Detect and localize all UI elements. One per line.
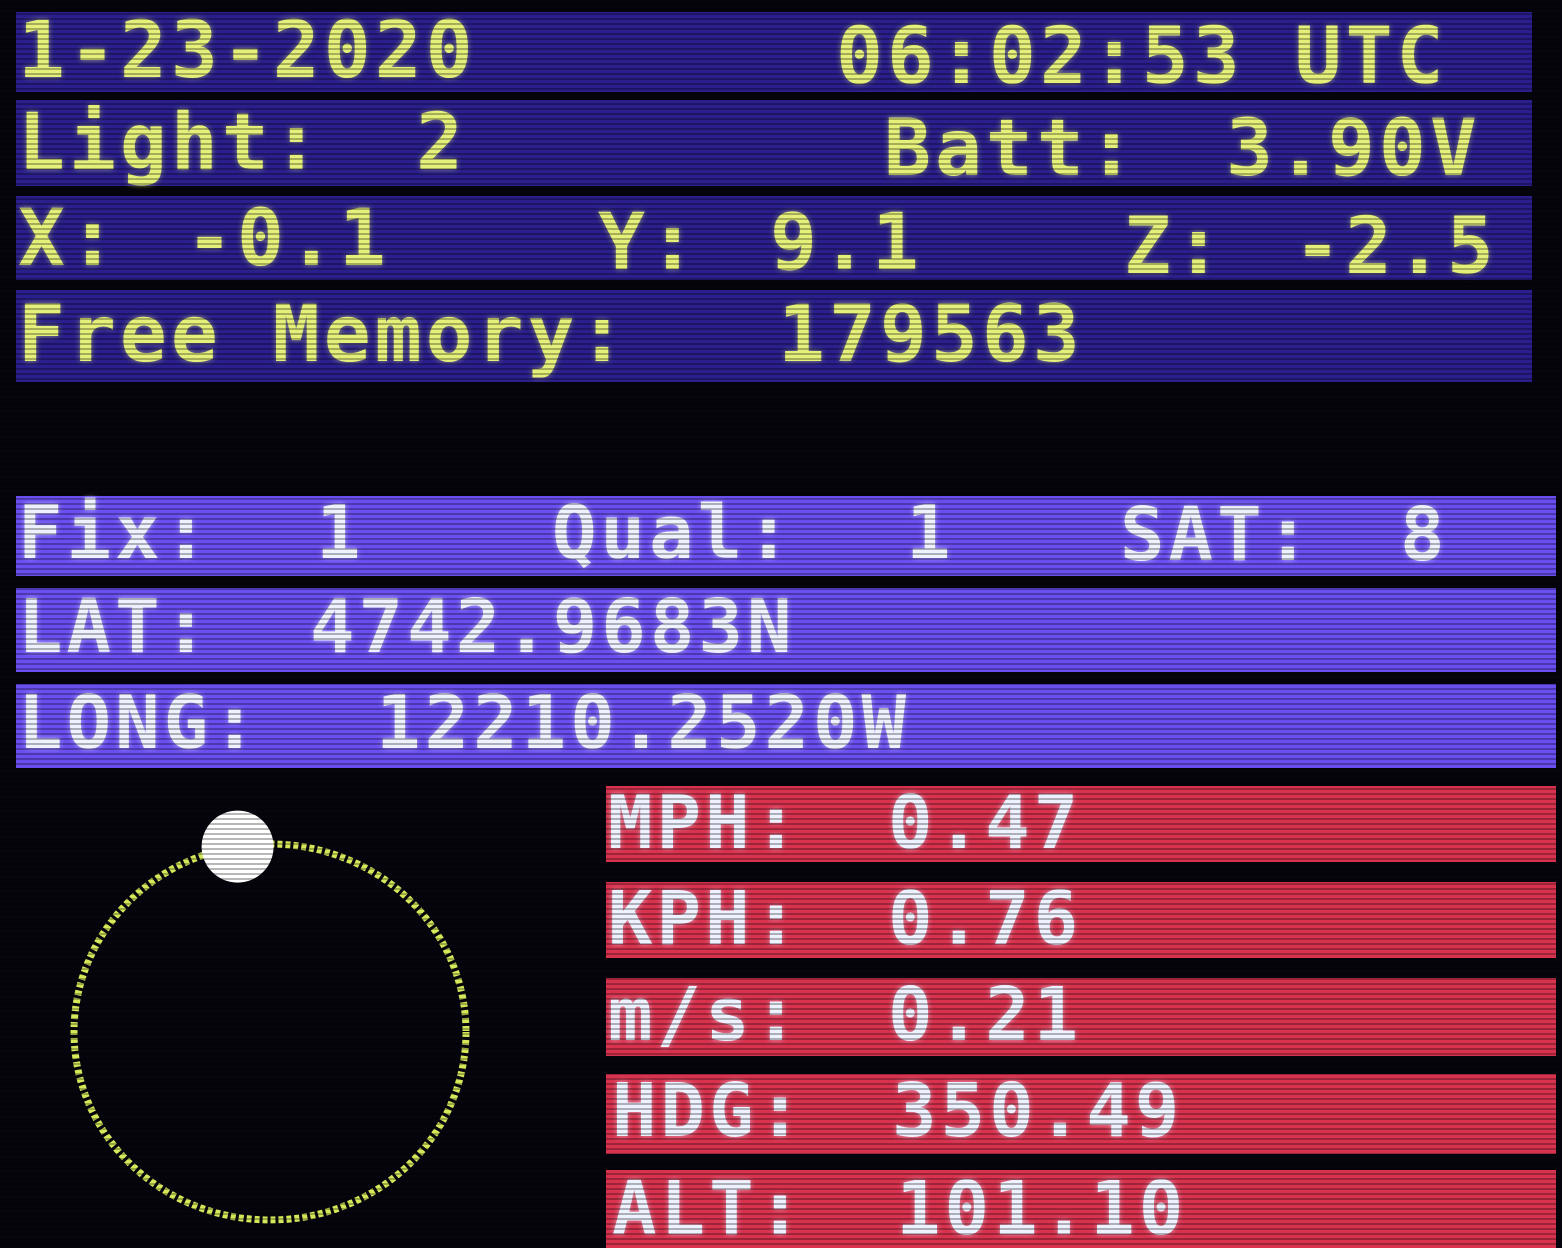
long-value: 12210.2520W bbox=[376, 680, 911, 766]
lat-value: 4742.9683N bbox=[310, 584, 796, 670]
time-text: 06:02:53 UTC bbox=[836, 12, 1448, 102]
light-value: 2 bbox=[416, 98, 467, 188]
y-label: Y: bbox=[598, 198, 700, 288]
heading-indicator-dot bbox=[201, 810, 274, 883]
sat-label: SAT: bbox=[1120, 492, 1315, 578]
ms-value: 0.21 bbox=[888, 972, 1083, 1058]
compass-ring bbox=[70, 840, 470, 1224]
hdg-value: 350.49 bbox=[892, 1068, 1184, 1154]
qual-value: 1 bbox=[906, 490, 955, 576]
memory-label: Free Memory: bbox=[18, 290, 630, 380]
batt-label: Batt: bbox=[884, 104, 1139, 194]
mph-value: 0.47 bbox=[888, 780, 1083, 866]
date-text: 1-23-2020 bbox=[18, 6, 477, 96]
long-label: LONG: bbox=[18, 680, 261, 766]
sat-value: 8 bbox=[1400, 492, 1449, 578]
hdg-label: HDG: bbox=[612, 1068, 807, 1154]
x-value: -0.1 bbox=[186, 194, 390, 284]
light-label: Light: bbox=[18, 98, 324, 188]
compass-dial bbox=[70, 810, 470, 1224]
z-label: Z: bbox=[1124, 202, 1226, 292]
batt-value: 3.90V bbox=[1226, 104, 1481, 194]
qual-label: Qual: bbox=[552, 490, 795, 576]
memory-value: 179563 bbox=[778, 290, 1084, 380]
z-value: -2.5 bbox=[1294, 202, 1498, 292]
lat-label: LAT: bbox=[18, 584, 213, 670]
mph-label: MPH: bbox=[608, 780, 803, 866]
alt-label: ALT: bbox=[612, 1166, 807, 1248]
gps-display-screen: 1-23-2020 06:02:53 UTC Light: 2 Batt: 3.… bbox=[0, 0, 1562, 1248]
fix-label: Fix: bbox=[18, 490, 213, 576]
fix-value: 1 bbox=[316, 490, 365, 576]
kph-label: KPH: bbox=[608, 876, 803, 962]
kph-value: 0.76 bbox=[888, 876, 1083, 962]
x-label: X: bbox=[18, 194, 120, 284]
y-value: 9.1 bbox=[770, 198, 923, 288]
alt-value: 101.10 bbox=[896, 1166, 1188, 1248]
ms-label: m/s: bbox=[608, 972, 803, 1058]
